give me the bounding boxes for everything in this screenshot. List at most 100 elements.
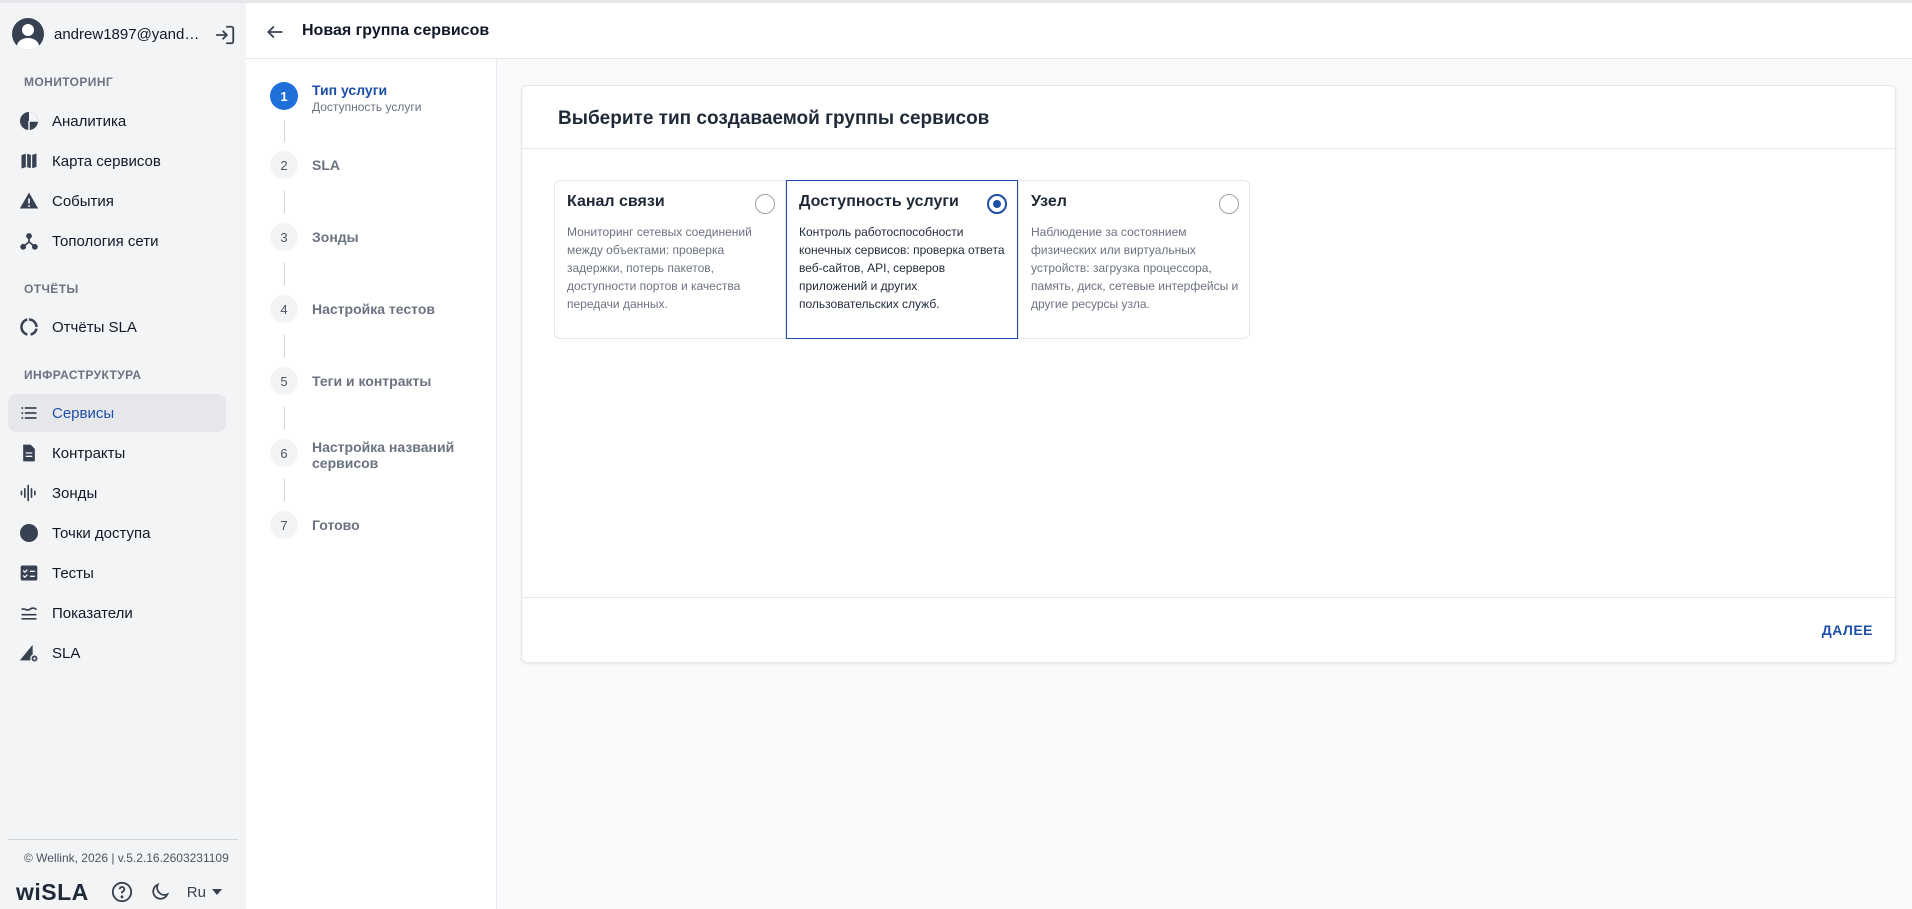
sidebar-divider <box>8 839 238 840</box>
copyright: © Wellink, 2026 | v.5.2.16.2603231109 <box>24 851 229 865</box>
section-title-monitoring: МОНИТОРИНГ <box>24 75 114 89</box>
step-number: 3 <box>270 223 298 251</box>
step-connector <box>284 407 285 429</box>
sidebar-item-metrics[interactable]: Показатели <box>8 594 226 632</box>
step-probes[interactable]: 3 Зонды <box>270 223 472 251</box>
option-description: Мониторинг сетевых соединений между объе… <box>567 225 752 311</box>
wizard-stepper: 1 Тип услуги Доступность услуги 2 SLA 3 … <box>246 59 497 909</box>
donut-chart-icon <box>18 316 40 338</box>
service-type-card: Выберите тип создаваемой группы сервисов… <box>521 85 1896 663</box>
sidebar-item-sla-reports[interactable]: Отчёты SLA <box>8 308 226 346</box>
step-connector <box>284 479 285 501</box>
step-number: 7 <box>270 511 298 539</box>
language-select[interactable]: Ru <box>187 884 222 901</box>
sidebar-item-analytics[interactable]: Аналитика <box>8 102 226 140</box>
logo: wiSLA <box>16 878 89 905</box>
sidebar-item-label: Показатели <box>52 604 133 622</box>
option-node[interactable]: Узел Наблюдение за состоянием физических… <box>1018 180 1250 339</box>
step-tags-contracts[interactable]: 5 Теги и контракты <box>270 367 472 395</box>
step-connector <box>284 191 285 213</box>
sidebar-item-label: События <box>52 192 114 210</box>
step-sublabel: Доступность услуги <box>312 100 422 114</box>
sla-gear-icon <box>18 642 40 664</box>
caret-down-icon <box>211 889 222 895</box>
step-test-settings[interactable]: 4 Настройка тестов <box>270 295 472 323</box>
step-label: Настройка названий сервисов <box>312 439 455 471</box>
step-label: Настройка тестов <box>312 301 436 317</box>
sidebar-item-label: Топология сети <box>52 232 159 250</box>
step-connector <box>284 335 285 357</box>
option-service-availability[interactable]: Доступность услуги Контроль работоспособ… <box>786 180 1018 339</box>
sidebar-item-services[interactable]: Сервисы <box>8 394 226 432</box>
sidebar-item-label: Зонды <box>52 484 98 502</box>
step-number: 2 <box>270 151 298 179</box>
radio-button[interactable] <box>1219 194 1239 214</box>
option-title: Узел <box>1031 193 1067 210</box>
topology-icon <box>18 230 40 252</box>
service-type-options: Канал связи Мониторинг сетевых соединени… <box>554 180 1250 339</box>
step-service-type[interactable]: 1 Тип услуги Доступность услуги <box>270 82 472 114</box>
sidebar-item-access-points[interactable]: Точки доступа <box>8 514 226 552</box>
avatar[interactable] <box>12 18 44 50</box>
sidebar-item-label: Контракты <box>52 444 126 462</box>
sidebar-item-sla[interactable]: SLA <box>8 634 226 672</box>
pie-chart-icon <box>18 110 40 132</box>
sidebar: andrew1897@yandex.ru МОНИТОРИНГ Аналитик… <box>0 0 246 909</box>
sidebar-item-label: SLA <box>52 644 81 662</box>
logout-icon[interactable] <box>214 24 236 46</box>
step-label: Тип услуги <box>312 82 388 98</box>
step-label: Теги и контракты <box>312 373 432 389</box>
option-title: Канал связи <box>567 193 665 210</box>
map-icon <box>18 150 40 172</box>
next-button[interactable]: ДАЛЕЕ <box>1822 622 1873 638</box>
option-description: Наблюдение за состоянием физических или … <box>1031 225 1239 311</box>
radio-button[interactable] <box>755 194 775 214</box>
sidebar-bottom-bar: wiSLA Ru <box>16 877 222 907</box>
sidebar-item-probes[interactable]: Зонды <box>8 474 226 512</box>
step-connector <box>284 263 285 285</box>
warning-icon <box>18 190 40 212</box>
sidebar-item-tests[interactable]: Тесты <box>8 554 226 592</box>
page-title: Новая группа сервисов <box>302 22 490 39</box>
sidebar-item-events[interactable]: События <box>8 182 226 220</box>
sidebar-item-topology[interactable]: Топология сети <box>8 222 226 260</box>
language-value: Ru <box>186 883 206 901</box>
sidebar-item-label: Аналитика <box>52 112 127 130</box>
section-title-infrastructure: ИНФРАСТРУКТУРА <box>24 368 142 382</box>
card-footer-divider <box>522 597 1895 598</box>
page-header: Новая группа сервисов <box>246 0 1912 59</box>
section-title-reports: ОТЧЁТЫ <box>24 282 79 296</box>
user-profile: andrew1897@yandex.ru <box>12 16 238 52</box>
step-label: Зонды <box>312 229 359 245</box>
user-email: andrew1897@yandex.ru <box>54 25 204 43</box>
radio-button-checked[interactable] <box>987 194 1007 214</box>
step-connector <box>284 120 285 142</box>
help-icon[interactable] <box>109 879 135 905</box>
step-label: SLA <box>312 157 340 173</box>
dark-mode-icon[interactable] <box>147 879 173 905</box>
circle-icon <box>18 522 40 544</box>
sidebar-item-label: Сервисы <box>52 404 115 422</box>
document-icon <box>18 442 40 464</box>
sidebar-item-contracts[interactable]: Контракты <box>8 434 226 472</box>
back-arrow-icon[interactable] <box>262 19 288 45</box>
sidebar-item-label: Карта сервисов <box>52 152 161 170</box>
step-sla[interactable]: 2 SLA <box>270 151 472 179</box>
option-channel[interactable]: Канал связи Мониторинг сетевых соединени… <box>554 180 786 339</box>
card-divider <box>522 148 1895 149</box>
step-service-names[interactable]: 6 Настройка названий сервисов <box>270 439 472 471</box>
checklist-icon <box>18 562 40 584</box>
sidebar-item-label: Тесты <box>52 564 94 582</box>
sidebar-item-label: Отчёты SLA <box>52 318 137 336</box>
step-number: 6 <box>270 439 298 467</box>
step-number: 5 <box>270 367 298 395</box>
sidebar-item-label: Точки доступа <box>52 524 151 542</box>
waveform-icon <box>18 482 40 504</box>
card-title: Выберите тип создаваемой группы сервисов <box>558 108 990 129</box>
step-label: Готово <box>312 517 360 533</box>
step-done[interactable]: 7 Готово <box>270 511 472 539</box>
metrics-icon <box>18 602 40 624</box>
sidebar-item-service-map[interactable]: Карта сервисов <box>8 142 226 180</box>
option-title: Доступность услуги <box>799 193 959 210</box>
list-icon <box>18 402 40 424</box>
